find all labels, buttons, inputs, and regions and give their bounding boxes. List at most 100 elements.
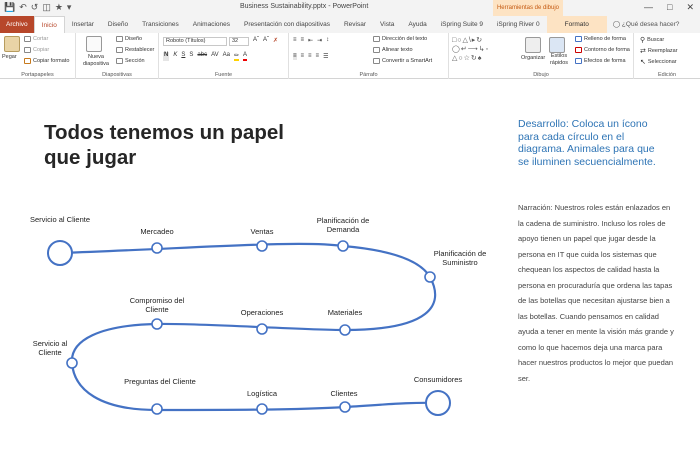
tab-ayuda[interactable]: Ayuda <box>401 16 433 33</box>
node-circle-compromiso[interactable] <box>151 318 163 330</box>
select-button[interactable]: ↖ Seleccionar <box>640 58 677 66</box>
layout-button[interactable]: Diseño <box>116 36 142 42</box>
find-button[interactable]: ⚲ Buscar <box>640 36 664 44</box>
cursor-icon: ↖ <box>640 59 646 66</box>
cut-button[interactable]: Cortar <box>24 36 48 42</box>
copy-button[interactable]: Copiar <box>24 47 49 53</box>
clear-format-icon[interactable]: ✗ <box>273 37 278 44</box>
underline-icon[interactable]: S <box>181 52 185 61</box>
tab-inicio[interactable]: Inicio <box>33 16 65 33</box>
shape-fill-button[interactable]: Relleno de forma <box>575 36 626 42</box>
line-spacing-icon[interactable]: ↕ <box>326 37 329 44</box>
bold-icon[interactable]: N <box>163 52 170 61</box>
minimize-icon[interactable]: — <box>644 2 653 13</box>
spacing-icon[interactable]: AV <box>211 52 219 61</box>
node-label-ventas: Ventas <box>250 227 274 236</box>
align-left-icon[interactable]: ≡ <box>293 53 297 60</box>
font-group-label: Fuente <box>214 72 233 78</box>
node-circle-logistica[interactable] <box>256 403 268 415</box>
start-slideshow-icon[interactable]: ◫ <box>42 2 51 13</box>
arrange-button[interactable]: Organizar <box>521 55 545 61</box>
section-button[interactable]: Sección <box>116 58 145 64</box>
shadow-icon[interactable]: S <box>189 52 193 61</box>
tab-formato[interactable]: Formato <box>546 16 607 33</box>
format-painter-button[interactable]: Copiar formato <box>24 58 69 64</box>
tab-ispring-suite[interactable]: iSpring Suite 9 <box>434 16 490 33</box>
tab-vista[interactable]: Vista <box>373 16 401 33</box>
editing-group-label: Edición <box>657 72 677 78</box>
text-direction-button[interactable]: Dirección del texto <box>373 36 427 42</box>
columns-icon[interactable]: ☰ <box>323 53 328 60</box>
tab-insertar[interactable]: Insertar <box>65 16 101 33</box>
node-circle-servicio-2[interactable] <box>66 357 78 369</box>
node-label-planificacion-suministro: Planificación de Suministro <box>433 249 487 267</box>
node-big-circle-start[interactable] <box>47 240 73 266</box>
redo-icon[interactable]: ↺ <box>31 2 39 13</box>
shrink-font-icon[interactable]: Aˇ <box>263 37 269 44</box>
star-icon[interactable]: ★ <box>55 2 63 13</box>
search-icon: ⚲ <box>640 37 646 44</box>
select-label: Seleccionar <box>647 59 677 65</box>
quick-styles-button[interactable]: Estilos rápidos <box>545 53 573 67</box>
customize-toolbar-icon[interactable]: ▾ <box>67 2 72 13</box>
numbering-icon[interactable]: ≡ <box>301 37 305 44</box>
node-circle-materiales[interactable] <box>339 324 351 336</box>
node-big-circle-end[interactable] <box>425 390 451 416</box>
bullets-icon[interactable]: ≡ <box>293 37 297 44</box>
align-center-icon[interactable]: ≡ <box>301 53 305 60</box>
tab-diseno[interactable]: Diseño <box>101 16 135 33</box>
node-circle-ventas[interactable] <box>256 240 268 252</box>
node-label-mercadeo: Mercadeo <box>140 227 174 236</box>
justify-icon[interactable]: ≡ <box>316 53 320 60</box>
align-text-button[interactable]: Alinear texto <box>373 47 413 53</box>
text-direction-icon <box>373 36 380 42</box>
decrease-indent-icon[interactable]: ⇤ <box>308 37 313 44</box>
smartart-button[interactable]: Convertir a SmartArt <box>373 58 432 64</box>
node-circle-mercadeo[interactable] <box>151 242 163 254</box>
increase-indent-icon[interactable]: ⇥ <box>317 37 322 44</box>
tab-revisar[interactable]: Revisar <box>337 16 373 33</box>
italic-icon[interactable]: K <box>173 52 177 61</box>
new-slide-button[interactable]: Nueva diapositiva <box>79 54 113 68</box>
replace-button[interactable]: ⇄ Reemplazar <box>640 47 678 55</box>
grow-font-icon[interactable]: Aˆ <box>253 37 259 44</box>
layout-label: Diseño <box>125 36 143 42</box>
case-icon[interactable]: Aa <box>223 52 230 61</box>
tab-animaciones[interactable]: Animaciones <box>186 16 237 33</box>
smartart-label: Convertir a SmartArt <box>382 58 433 64</box>
narration-text[interactable]: Narración: Nuestros roles están enlazado… <box>518 200 676 386</box>
tab-ispring-river[interactable]: iSpring River 0 <box>490 16 547 33</box>
shape-outline-button[interactable]: Contorno de forma <box>575 47 630 53</box>
align-right-icon[interactable]: ≡ <box>308 53 312 60</box>
tab-transiciones[interactable]: Transiciones <box>135 16 186 33</box>
development-note[interactable]: Desarrollo: Coloca un ícono para cada cí… <box>518 118 668 168</box>
tab-archivo[interactable]: Archivo <box>0 16 34 33</box>
font-style-controls: N K S S abc AV Aa ✏ A <box>163 52 248 61</box>
font-name-field[interactable]: Roboto (Títulos) <box>163 37 227 46</box>
node-circle-operaciones[interactable] <box>256 323 268 335</box>
strikethrough-icon[interactable]: abc <box>197 52 207 61</box>
font-size-field[interactable]: 32 <box>229 37 249 46</box>
tab-presentacion[interactable]: Presentación con diapositivas <box>237 16 337 33</box>
shape-effects-button[interactable]: Efectos de forma <box>575 58 626 64</box>
node-circle-clientes[interactable] <box>339 401 351 413</box>
save-icon[interactable]: 💾 <box>4 2 15 13</box>
font-size-controls: Aˆ Aˇ ✗ <box>253 37 278 44</box>
shapes-gallery[interactable]: □○△\▸↻ ◯↵⟶↳◦ △○☆↻♠ <box>452 36 518 66</box>
align-text-icon <box>373 47 380 53</box>
format-painter-label: Copiar formato <box>33 58 70 64</box>
highlight-icon[interactable]: ✏ <box>233 52 240 61</box>
node-circle-preguntas[interactable] <box>151 403 163 415</box>
maximize-icon[interactable]: □ <box>667 2 672 13</box>
node-circle-planificacion-suministro[interactable] <box>424 271 436 283</box>
paste-button[interactable]: Pegar <box>2 54 17 60</box>
undo-icon[interactable]: ↶ <box>19 2 27 13</box>
slide-canvas[interactable]: Todos tenemos un papel que jugar Servici… <box>0 80 700 471</box>
arrange-icon <box>525 37 541 53</box>
tell-me-search[interactable]: ◯ ¿Qué desea hacer? <box>607 16 686 33</box>
node-label-clientes: Clientes <box>330 389 358 398</box>
reset-button[interactable]: Restablecer <box>116 47 154 53</box>
node-circle-planificacion-demanda[interactable] <box>337 240 349 252</box>
close-icon[interactable]: ✕ <box>686 2 694 13</box>
font-color-icon[interactable]: A <box>243 52 248 61</box>
